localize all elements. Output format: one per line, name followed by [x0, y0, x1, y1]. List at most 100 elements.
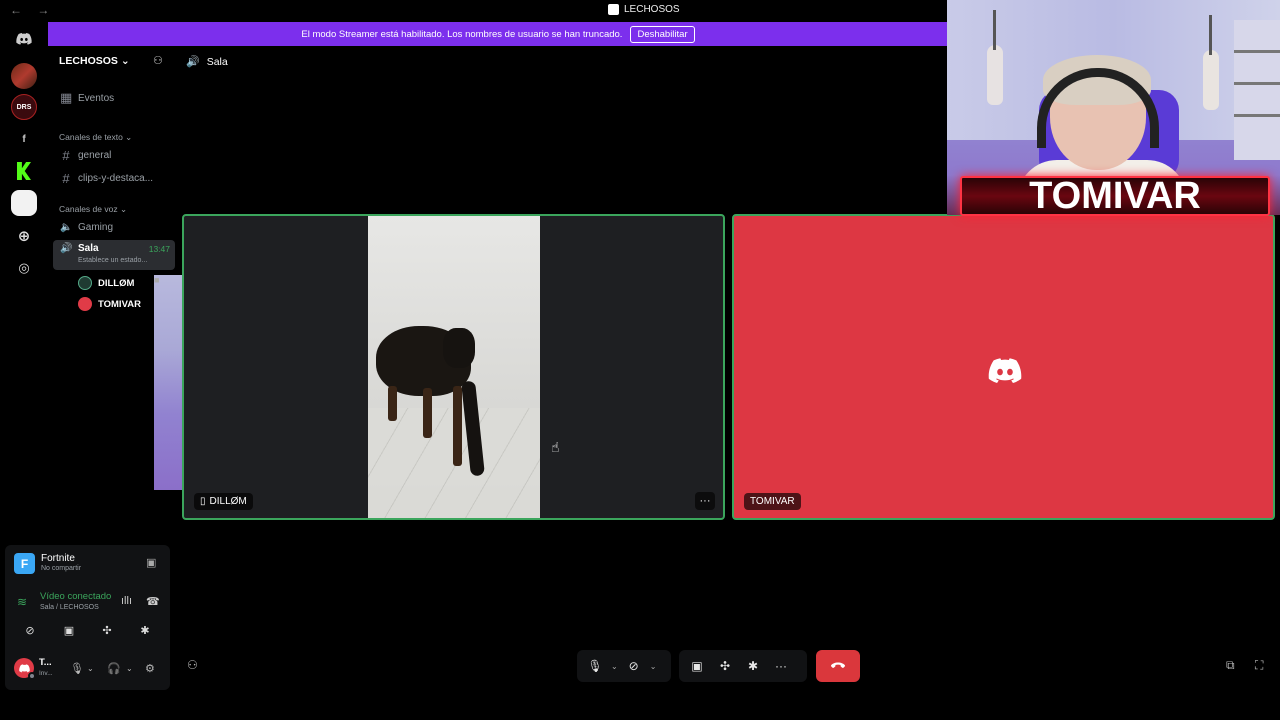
- streamer-name-plate: TOMIVAR: [960, 176, 1270, 216]
- channel-label: Gaming: [78, 221, 114, 233]
- set-status-link[interactable]: Establece un estado...: [78, 257, 147, 264]
- member-name: TOMIVAR: [98, 298, 141, 310]
- hash-icon: #: [62, 170, 70, 186]
- voice-location[interactable]: Sala / LECHOSOS: [40, 604, 99, 611]
- activities-icon[interactable]: ✣: [713, 650, 737, 682]
- gear-icon[interactable]: ⚙: [145, 662, 155, 675]
- chevron-down-icon[interactable]: ⌄: [87, 664, 94, 673]
- share-screen-icon[interactable]: ▣: [146, 556, 156, 569]
- add-member-icon[interactable]: ⚇: [153, 54, 163, 67]
- camera-off-icon[interactable]: ⊘: [13, 621, 47, 639]
- channel-general[interactable]: # general: [53, 145, 175, 165]
- channel-label: general: [78, 149, 112, 161]
- video-stream: [368, 216, 540, 518]
- guitar-left: [987, 45, 1003, 105]
- banner-text: El modo Streamer está habilitado. Los no…: [301, 28, 623, 40]
- voice-channel-gaming[interactable]: 🔈 Gaming: [53, 217, 175, 237]
- voice-member-dillom[interactable]: DILLØM ■: [78, 275, 487, 490]
- server-icon-5[interactable]: [11, 190, 37, 216]
- phone-hangup-icon: [831, 662, 845, 668]
- speaker-icon: 🔊: [60, 243, 73, 254]
- discord-home-icon[interactable]: [11, 26, 37, 52]
- dog-head: [443, 328, 475, 368]
- mic-icon[interactable]: 🎙: [583, 650, 607, 682]
- username[interactable]: T...: [39, 657, 52, 668]
- fullscreen-icon[interactable]: ⛶: [1255, 658, 1263, 673]
- screen-share-icon[interactable]: ▣: [685, 650, 709, 682]
- channel-label: clips-y-destaca...: [78, 172, 154, 184]
- noise-suppression-icon[interactable]: ıllı: [121, 595, 132, 607]
- hash-icon: #: [62, 147, 70, 163]
- voice-member-tomivar[interactable]: TOMIVAR: [78, 296, 141, 312]
- video-tile-tomivar[interactable]: TOMIVAR: [732, 214, 1275, 520]
- dog-leg: [388, 386, 397, 421]
- server-icon-3[interactable]: f: [11, 126, 37, 152]
- activity-name: Fortnite: [41, 553, 75, 564]
- events-label: Eventos: [78, 92, 115, 104]
- channel-type-icon: [608, 4, 619, 15]
- avatar: [78, 276, 92, 290]
- server-name[interactable]: LECHOSOS ⌄: [59, 55, 130, 67]
- mic-icon[interactable]: 🎙: [70, 662, 84, 675]
- calendar-icon: ▦: [60, 90, 73, 105]
- speaker-icon: 🔊: [186, 56, 200, 68]
- leave-call-button[interactable]: [816, 650, 860, 682]
- discord-logo-icon: [988, 358, 1022, 389]
- chevron-down-icon[interactable]: ⌄: [646, 650, 661, 682]
- discord-window: ← → LECHOSOS DRS f ⊕ ◎ El modo Streamer …: [0, 0, 1280, 720]
- guitar-right: [1203, 50, 1219, 110]
- mobile-icon: ▯: [200, 496, 206, 507]
- participant-name: DILLØM: [209, 496, 247, 507]
- headphones-icon[interactable]: 🎧: [107, 662, 121, 675]
- dog-leg: [423, 388, 432, 438]
- nav-arrows[interactable]: ← →: [10, 3, 55, 17]
- add-server-icon[interactable]: ⊕: [11, 223, 37, 249]
- server-icon-1[interactable]: [11, 63, 37, 89]
- streamer-name: TOMIVAR: [1029, 175, 1201, 217]
- channel-label: Sala: [78, 243, 99, 254]
- status-dot: [28, 672, 36, 680]
- call-timer: 13:47: [148, 244, 170, 254]
- more-icon[interactable]: ···: [769, 650, 793, 682]
- text-category[interactable]: Canales de texto ⌄: [59, 132, 132, 143]
- audio-video-controls: 🎙 ⌄ ⊘ ⌄: [577, 650, 671, 682]
- guitar-neck: [993, 10, 996, 50]
- channel-header: 🔊 Sala: [186, 55, 228, 69]
- avatar: [78, 297, 92, 311]
- channel-clips[interactable]: # clips-y-destaca...: [53, 168, 175, 188]
- invite-icon[interactable]: ⚇: [187, 658, 198, 672]
- camera-off-icon[interactable]: ⊘: [622, 650, 646, 682]
- voice-status[interactable]: Vídeo conectado: [40, 591, 112, 602]
- voice-category[interactable]: Canales de voz ⌄: [59, 204, 127, 215]
- activities-icon[interactable]: ✣: [90, 621, 124, 639]
- events-item[interactable]: ▦ Eventos: [53, 88, 175, 108]
- user-panel: F Fortnite No compartir ▣ ≋ Vídeo conect…: [5, 545, 170, 690]
- chevron-down-icon[interactable]: ⌄: [607, 650, 622, 682]
- voice-channel-sala[interactable]: 🔊 Sala 13:47 Establece un estado...: [53, 240, 175, 270]
- dog-leg: [453, 386, 462, 466]
- soundboard-icon[interactable]: ✱: [741, 650, 765, 682]
- server-icon-4[interactable]: [11, 158, 37, 184]
- popout-icon[interactable]: ⧉: [1226, 658, 1235, 673]
- activity-status: No compartir: [41, 565, 82, 572]
- screen-share-icon[interactable]: ▣: [52, 621, 86, 639]
- window-title-text: LECHOSOS: [624, 4, 680, 15]
- chevron-down-icon[interactable]: ⌄: [126, 664, 133, 673]
- participant-tag: ▯ DILLØM: [194, 493, 253, 510]
- game-icon: F: [14, 553, 35, 574]
- activity-controls: ▣ ✣ ✱ ···: [679, 650, 807, 682]
- user-avatar[interactable]: [14, 658, 36, 680]
- participant-name: TOMIVAR: [750, 496, 795, 507]
- disconnect-icon[interactable]: ☎: [146, 595, 160, 608]
- discover-icon[interactable]: ◎: [11, 255, 37, 281]
- signal-icon: ≋: [17, 595, 28, 609]
- hand-cursor-icon: ☝: [551, 439, 560, 455]
- speaker-icon: 🔈: [60, 221, 73, 233]
- video-tile-dillom[interactable]: ▯ DILLØM ···: [182, 214, 725, 520]
- soundboard-icon[interactable]: ✱: [128, 621, 162, 639]
- channel-title: Sala: [206, 55, 228, 68]
- disable-streamer-button[interactable]: Deshabilitar: [630, 25, 695, 43]
- participant-tag: TOMIVAR: [744, 493, 801, 510]
- more-options-button[interactable]: ···: [695, 492, 715, 510]
- server-icon-2[interactable]: DRS: [11, 94, 37, 120]
